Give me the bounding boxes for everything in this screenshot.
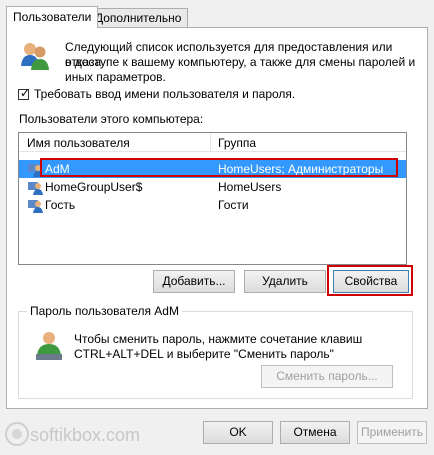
checkmark-icon: ✓: [20, 86, 31, 100]
remove-user-button[interactable]: Удалить: [244, 270, 326, 293]
column-divider[interactable]: [210, 133, 211, 152]
properties-button-highlight: [327, 265, 413, 296]
users-group-icon: [21, 43, 49, 70]
list-header: Имя пользователя Группа: [19, 133, 406, 152]
softikbox-logo-icon: [5, 422, 29, 446]
user-keyboard-icon: [36, 332, 62, 360]
tab-advanced[interactable]: Дополнительно: [88, 8, 189, 27]
table-row-guest[interactable]: Гость Гости: [19, 196, 406, 214]
apply-button[interactable]: Применить: [357, 421, 427, 444]
row-group: HomeUsers: [218, 180, 282, 194]
user-icon: [28, 182, 43, 195]
password-group: Пароль пользователя AdM Чтобы сменить па…: [18, 304, 413, 399]
users-section-label: Пользователи этого компьютера:: [19, 112, 204, 126]
selected-row-highlight: [40, 158, 398, 177]
cancel-button[interactable]: Отмена: [280, 421, 350, 444]
ok-button[interactable]: OK: [203, 421, 273, 444]
password-hint-line-2: CTRL+ALT+DEL и выберите "Сменить пароль": [74, 347, 334, 361]
require-login-label[interactable]: Требовать ввод имени пользователя и паро…: [34, 87, 295, 101]
tab-users[interactable]: Пользователи: [6, 6, 99, 28]
row-username: Гость: [45, 198, 76, 212]
row-username: HomeGroupUser$: [45, 180, 143, 194]
intro-line-3: иных параметров.: [65, 70, 166, 84]
user-icon: [28, 200, 43, 213]
users-list[interactable]: Имя пользователя Группа AdM HomeUsers; А…: [18, 132, 407, 265]
require-login-checkbox[interactable]: ✓: [18, 86, 31, 100]
change-password-button[interactable]: Сменить пароль...: [261, 365, 393, 388]
table-row-homegroupuser[interactable]: HomeGroupUser$ HomeUsers: [19, 178, 406, 196]
intro-line-2: в доступе к вашему компьютеру, а также д…: [65, 55, 416, 69]
column-header-group[interactable]: Группа: [218, 136, 256, 150]
password-group-title: Пароль пользователя AdM: [27, 304, 182, 318]
watermark: softikbox.com: [30, 425, 141, 445]
add-user-button[interactable]: Добавить...: [153, 270, 235, 293]
users-tab-panel: Следующий список используется для предос…: [6, 27, 428, 409]
password-hint-line-1: Чтобы сменить пароль, нажмите сочетание …: [74, 332, 363, 346]
column-header-username[interactable]: Имя пользователя: [27, 136, 130, 150]
row-group: Гости: [218, 198, 249, 212]
